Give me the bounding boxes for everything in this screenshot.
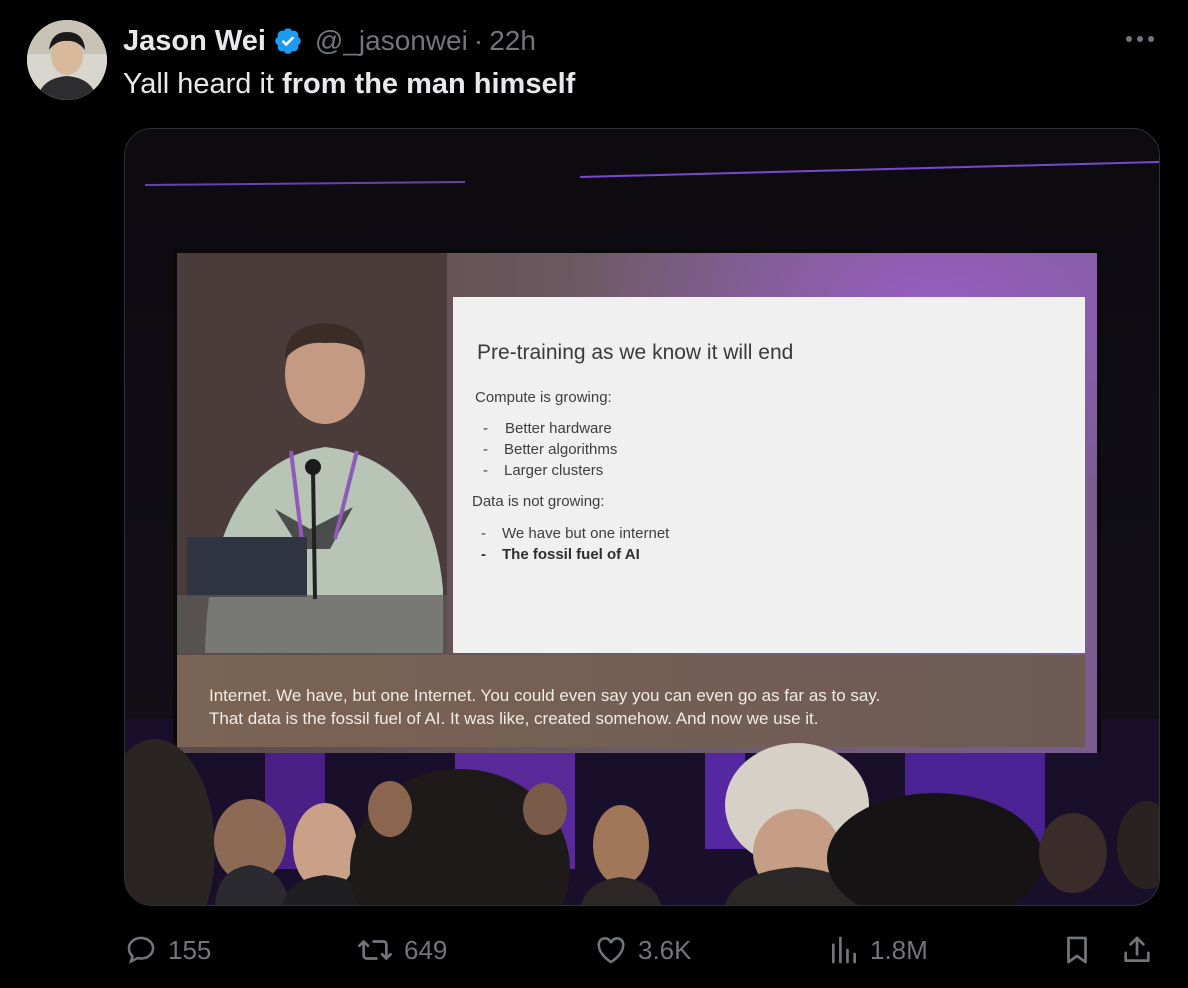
author-line: Jason Wei @_jasonwei · 22h: [123, 22, 536, 60]
slide-bullet: Larger clusters: [504, 462, 604, 479]
share-button[interactable]: [1120, 925, 1164, 975]
heart-icon: [597, 937, 625, 964]
slide-section-compute: Compute is growing:: [475, 389, 612, 406]
bookmark-button[interactable]: [1060, 925, 1104, 975]
slide-bullet-marker: -: [481, 525, 486, 542]
slide-title: Pre-training as we know it will end: [477, 341, 794, 364]
tweet-text-plain: Yall heard it: [123, 68, 283, 100]
like-count: 3.6K: [638, 934, 692, 965]
views-count: 1.8M: [870, 934, 928, 965]
slide-bullet-marker: -: [483, 441, 488, 458]
reply-icon: [127, 936, 155, 964]
repost-icon: [358, 940, 392, 960]
views-button[interactable]: 1.8M: [828, 925, 928, 975]
like-button[interactable]: 3.6K: [594, 925, 692, 975]
slide-bullet-marker: -: [481, 546, 486, 563]
slide-section-data: Data is not growing:: [472, 493, 605, 510]
post-time[interactable]: 22h: [489, 25, 536, 57]
profile-photo: [27, 20, 107, 100]
more-button[interactable]: [1120, 24, 1160, 54]
separator-dot: ·: [473, 25, 484, 56]
tweet-media-photo[interactable]: Pre-training as we know it will end Comp…: [124, 128, 1160, 906]
tweet-text-bold: from the man himself: [282, 68, 576, 100]
repost-button[interactable]: 649: [356, 925, 447, 975]
slide-bullet: Better algorithms: [504, 441, 618, 458]
caption-line: Internet. We have, but one Internet. You…: [209, 686, 881, 705]
more-dots-icon: [1126, 36, 1154, 42]
conference-photo: [125, 129, 1159, 905]
slide-bullet: We have but one internet: [502, 525, 670, 542]
caption-line: That data is the fossil fuel of AI. It w…: [209, 709, 819, 728]
tweet-action-bar: 155 649 3.6K 1.8M: [0, 925, 1188, 975]
repost-count: 649: [404, 934, 448, 965]
slide-bullet-bold: The fossil fuel of AI: [502, 546, 640, 563]
author-handle[interactable]: @_jasonwei: [315, 25, 468, 57]
verified-badge-icon: [275, 28, 301, 54]
author-avatar[interactable]: [27, 20, 107, 100]
reply-button[interactable]: 155: [124, 925, 211, 975]
reply-count: 155: [168, 934, 212, 965]
slide-bullet: Better hardware: [505, 420, 612, 437]
slide-bullet-marker: -: [483, 462, 488, 479]
author-name[interactable]: Jason Wei: [123, 25, 266, 58]
screen-caption: Internet. We have, but one Internet. You…: [209, 684, 880, 730]
bookmark-icon: [1067, 936, 1087, 964]
slide-bullet-marker: -: [483, 420, 488, 437]
share-icon: [1124, 936, 1150, 962]
tweet-text: Yall heard it from the man himself: [123, 64, 575, 104]
views-bars-icon: [832, 936, 856, 964]
